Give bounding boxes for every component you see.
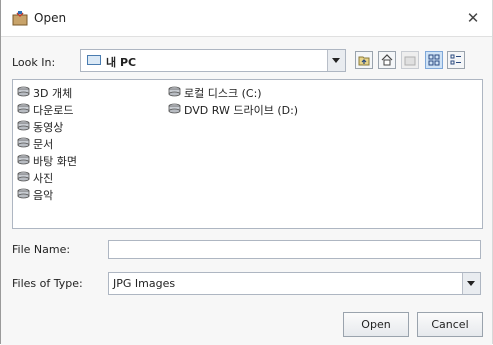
look-in-combo[interactable]: 내 PC <box>80 49 346 72</box>
list-item-label: 바탕 화면 <box>33 155 77 168</box>
window-title: Open <box>34 11 67 25</box>
open-button[interactable]: Open <box>343 312 409 337</box>
file-name-input[interactable] <box>108 240 481 259</box>
drive-icon <box>17 120 30 131</box>
drive-icon <box>17 171 30 182</box>
home-icon <box>381 54 393 66</box>
title-bar[interactable]: Open ✕ <box>1 0 492 36</box>
close-icon: ✕ <box>466 9 480 27</box>
up-one-level-icon <box>358 56 370 66</box>
close-button[interactable]: ✕ <box>460 6 486 30</box>
dialog-content: Look In: 내 PC 3D 개체 다운로드 동영상 문서 바탕 화면 사진… <box>1 36 492 345</box>
file-type-value: JPG Images <box>113 277 176 290</box>
list-item-label: DVD RW 드라이브 (D:) <box>184 104 299 117</box>
file-list[interactable]: 3D 개체 다운로드 동영상 문서 바탕 화면 사진 음악 로컬 디스크 (C:… <box>12 79 483 229</box>
drive-icon <box>17 154 30 165</box>
list-view-icon <box>428 54 440 66</box>
drive-icon <box>168 103 181 114</box>
file-name-label: File Name: <box>12 243 71 256</box>
drive-icon <box>168 86 181 97</box>
chevron-down-icon <box>332 58 340 63</box>
home-button[interactable] <box>378 51 396 69</box>
chevron-down-icon <box>467 281 475 286</box>
look-in-label: Look In: <box>12 56 56 69</box>
list-item-label: 로컬 디스크 (C:) <box>184 87 262 100</box>
new-folder-icon <box>404 56 416 66</box>
drive-icon <box>17 86 30 97</box>
this-pc-icon <box>87 55 101 65</box>
java-app-icon <box>12 11 28 26</box>
up-one-level-button[interactable] <box>355 51 373 69</box>
look-in-value: 내 PC <box>106 56 137 69</box>
list-view-button[interactable] <box>425 51 443 69</box>
list-item-label: 동영상 <box>33 121 64 134</box>
open-dialog: Open ✕ Look In: 내 PC 3D 개체 다운로드 동영상 문서 바… <box>0 0 493 345</box>
file-type-label: Files of Type: <box>12 277 83 290</box>
drive-icon <box>17 103 30 114</box>
list-item-label: 문서 <box>33 138 54 151</box>
file-type-dropdown-button[interactable] <box>462 273 480 294</box>
details-view-button[interactable] <box>447 51 465 69</box>
list-item-label: 3D 개체 <box>33 87 73 100</box>
look-in-dropdown-button[interactable] <box>327 50 345 71</box>
details-view-icon <box>450 54 461 65</box>
list-item-label: 다운로드 <box>33 104 74 117</box>
drive-icon <box>17 137 30 148</box>
cancel-button[interactable]: Cancel <box>417 312 483 337</box>
file-type-combo[interactable]: JPG Images <box>108 272 481 295</box>
list-item-label: 음악 <box>33 189 54 202</box>
list-item-label: 사진 <box>33 172 54 185</box>
drive-icon <box>17 188 30 199</box>
new-folder-button[interactable] <box>401 51 419 69</box>
